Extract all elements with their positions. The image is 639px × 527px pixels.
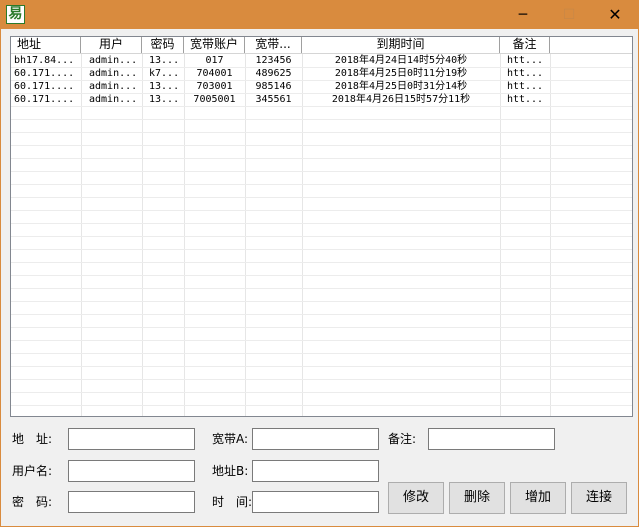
maximize-button[interactable]: ☐: [546, 1, 592, 29]
time-input[interactable]: [252, 491, 379, 513]
column-header-user[interactable]: 用户: [81, 37, 142, 53]
cell-address: 60.171....: [14, 81, 75, 92]
remark-input[interactable]: [428, 428, 555, 450]
cell-remark: htt...: [506, 68, 544, 79]
cell-expire-time: 2018年4月25日0时31分14秒: [334, 81, 468, 92]
table-row[interactable]: 60.171.... admin... 13... 703001 985146 …: [11, 80, 632, 93]
cell-password: 13...: [149, 81, 180, 92]
cell-remark: htt...: [506, 55, 544, 66]
column-header-broadband-password[interactable]: 宽带...: [245, 37, 302, 53]
list-rows: bh17.84... admin... 13... 017 123456 201…: [11, 54, 632, 106]
close-button[interactable]: ✕: [592, 1, 638, 29]
app-window: 易 ─ ☐ ✕ 地址 用户 密码 宽带账户 宽带... 到期时间 备注 bh17…: [0, 0, 639, 527]
cell-expire-time: 2018年4月25日0时11分19秒: [334, 68, 468, 79]
cell-broadband-password: 489625: [255, 68, 292, 79]
cell-user: admin...: [89, 81, 138, 92]
cell-remark: htt...: [506, 94, 544, 105]
cell-broadband-account: 017: [205, 55, 224, 66]
table-row[interactable]: 60.171.... admin... 13... 7005001 345561…: [11, 93, 632, 106]
cell-password: 13...: [149, 94, 180, 105]
cell-broadband-password: 985146: [255, 81, 292, 92]
password-label: 密 码:: [12, 495, 53, 509]
address-input[interactable]: [68, 428, 195, 450]
cell-remark: htt...: [506, 81, 544, 92]
connect-button[interactable]: 连接: [571, 482, 627, 514]
cell-password: k7...: [149, 68, 180, 79]
cell-broadband-account: 703001: [196, 81, 233, 92]
cell-broadband-password: 345561: [255, 94, 292, 105]
column-header-broadband-account[interactable]: 宽带账户: [184, 37, 245, 53]
broadband-a-input[interactable]: [252, 428, 379, 450]
cell-expire-time: 2018年4月24日14时5分40秒: [334, 55, 468, 66]
address-b-input[interactable]: [252, 460, 379, 482]
list-header: 地址 用户 密码 宽带账户 宽带... 到期时间 备注: [11, 37, 632, 54]
table-row[interactable]: bh17.84... admin... 13... 017 123456 201…: [11, 54, 632, 67]
modify-button[interactable]: 修改: [388, 482, 444, 514]
cell-user: admin...: [89, 94, 138, 105]
delete-button[interactable]: 删除: [449, 482, 505, 514]
cell-address: bh17.84...: [14, 55, 75, 66]
cell-expire-time: 2018年4月26日15时57分11秒: [331, 94, 471, 105]
username-input[interactable]: [68, 460, 195, 482]
column-header-address[interactable]: 地址: [11, 37, 81, 53]
app-icon: 易: [6, 5, 25, 24]
cell-address: 60.171....: [14, 68, 75, 79]
column-header-password[interactable]: 密码: [142, 37, 184, 53]
title-bar[interactable]: 易 ─ ☐ ✕: [1, 1, 638, 29]
cell-broadband-account: 704001: [196, 68, 233, 79]
account-list[interactable]: 地址 用户 密码 宽带账户 宽带... 到期时间 备注 bh17.84... a…: [10, 36, 633, 417]
cell-broadband-account: 7005001: [193, 94, 236, 105]
address-b-label: 地址B:: [212, 464, 249, 478]
cell-address: 60.171....: [14, 94, 75, 105]
column-header-remark[interactable]: 备注: [500, 37, 550, 53]
cell-broadband-password: 123456: [255, 55, 292, 66]
username-label: 用户名:: [12, 464, 53, 478]
cell-user: admin...: [89, 55, 138, 66]
remark-label: 备注:: [388, 432, 417, 446]
password-input[interactable]: [68, 491, 195, 513]
add-button[interactable]: 增加: [510, 482, 566, 514]
address-label: 地 址:: [12, 432, 53, 446]
minimize-button[interactable]: ─: [500, 1, 546, 29]
cell-password: 13...: [149, 55, 180, 66]
broadband-a-label: 宽带A:: [212, 432, 249, 446]
table-row[interactable]: 60.171.... admin... k7... 704001 489625 …: [11, 67, 632, 80]
cell-user: admin...: [89, 68, 138, 79]
column-header-expire-time[interactable]: 到期时间: [302, 37, 500, 53]
time-label: 时 间:: [212, 495, 253, 509]
